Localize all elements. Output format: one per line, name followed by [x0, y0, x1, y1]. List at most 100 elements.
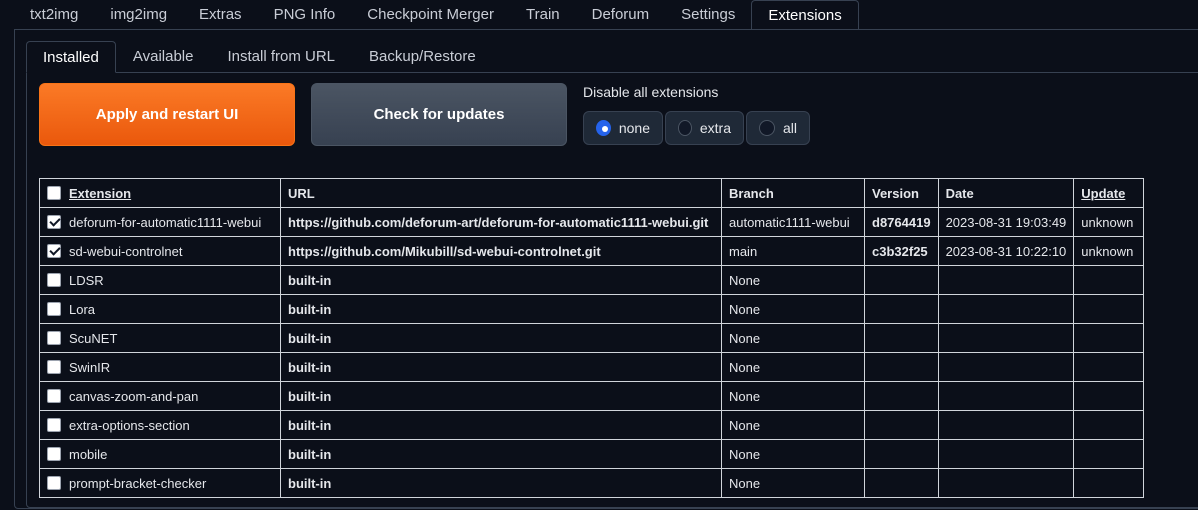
cell-date [937, 410, 1075, 440]
extension-name: Lora [69, 301, 96, 317]
cell-version [864, 294, 939, 324]
radio-empty-icon[interactable] [759, 120, 775, 136]
header-date: Date [937, 178, 1075, 208]
extension-name: canvas-zoom-and-pan [69, 388, 199, 404]
radio-extra[interactable]: extra [665, 111, 744, 145]
cell-version [864, 468, 939, 498]
tab-deforum[interactable]: Deforum [576, 0, 666, 30]
cell-update [1073, 439, 1145, 469]
check-for-updates-button[interactable]: Check for updates [311, 83, 567, 146]
extension-enable-checkbox[interactable] [47, 418, 61, 432]
extension-name: prompt-bracket-checker [69, 475, 207, 491]
cell-extension: canvas-zoom-and-pan [39, 381, 281, 411]
tab-settings[interactable]: Settings [665, 0, 751, 30]
table-row: deforum-for-automatic1111-webui https://g… [39, 207, 1145, 237]
extension-enable-checkbox[interactable] [47, 331, 61, 345]
radio-empty-icon[interactable] [678, 120, 692, 136]
cell-date [937, 381, 1075, 411]
cell-branch: None [721, 294, 865, 324]
cell-date [937, 468, 1075, 498]
cell-version [864, 352, 939, 382]
cell-version [864, 439, 939, 469]
cell-branch: None [721, 381, 865, 411]
extension-enable-checkbox[interactable] [47, 302, 61, 316]
extension-enable-checkbox[interactable] [47, 389, 61, 403]
radio-none-label: none [618, 120, 650, 136]
disable-all-radio-group: none extra all [583, 111, 810, 145]
cell-update [1073, 323, 1145, 353]
cell-branch: None [721, 468, 865, 498]
cell-branch: automatic1111-webui [721, 207, 865, 237]
cell-branch: None [721, 323, 865, 353]
header-update[interactable]: Update [1073, 178, 1145, 208]
cell-version: c3b32f25 [864, 236, 939, 266]
cell-extension: mobile [39, 439, 281, 469]
extension-enable-checkbox[interactable] [47, 273, 61, 287]
tab-available[interactable]: Available [116, 41, 211, 73]
cell-date [937, 439, 1075, 469]
cell-date [937, 352, 1075, 382]
cell-branch: None [721, 439, 865, 469]
extension-name: extra-options-section [69, 417, 190, 433]
cell-branch: None [721, 352, 865, 382]
tab-extensions[interactable]: Extensions [751, 0, 859, 30]
radio-all[interactable]: all [746, 111, 810, 145]
cell-update [1073, 468, 1145, 498]
cell-date [937, 323, 1075, 353]
cell-url: https://github.com/Mikubill/sd-webui-con… [280, 236, 722, 266]
extension-enable-checkbox[interactable] [47, 447, 61, 461]
cell-extension: deforum-for-automatic1111-webui [39, 207, 281, 237]
cell-url: built-in [280, 294, 722, 324]
header-extension: Extension [39, 178, 281, 208]
header-url: URL [280, 178, 722, 208]
tab-img2img[interactable]: img2img [94, 0, 183, 30]
cell-update: unknown [1073, 207, 1145, 237]
extension-name: mobile [69, 446, 108, 462]
tab-png-info[interactable]: PNG Info [258, 0, 352, 30]
cell-update [1073, 352, 1145, 382]
cell-update: unknown [1073, 236, 1145, 266]
extension-enable-checkbox[interactable] [47, 476, 61, 490]
table-row: SwinIR built-in None [39, 352, 1145, 382]
extension-enable-checkbox[interactable] [47, 244, 61, 258]
extension-name: SwinIR [69, 359, 111, 375]
header-extension-label[interactable]: Extension [69, 186, 131, 201]
cell-extension: SwinIR [39, 352, 281, 382]
extension-enable-checkbox[interactable] [47, 360, 61, 374]
tab-checkpoint-merger[interactable]: Checkpoint Merger [351, 0, 510, 30]
tab-train[interactable]: Train [510, 0, 576, 30]
disable-all-label: Disable all extensions [583, 84, 719, 100]
cell-version [864, 410, 939, 440]
cell-url: built-in [280, 265, 722, 295]
extension-name: sd-webui-controlnet [69, 243, 183, 259]
apply-and-restart-button[interactable]: Apply and restart UI [39, 83, 295, 146]
extensions-table: Extension URL Branch Version Date Update… [39, 178, 1145, 498]
radio-selected-icon[interactable] [596, 120, 611, 136]
extension-name: deforum-for-automatic1111-webui [69, 214, 262, 230]
cell-url: built-in [280, 381, 722, 411]
table-row: extra-options-section built-in None [39, 410, 1145, 440]
cell-update [1073, 381, 1145, 411]
table-row: canvas-zoom-and-pan built-in None [39, 381, 1145, 411]
cell-date [937, 294, 1075, 324]
extension-enable-checkbox[interactable] [47, 215, 61, 229]
tab-txt2img[interactable]: txt2img [14, 0, 94, 30]
cell-url: built-in [280, 468, 722, 498]
tab-install-from-url[interactable]: Install from URL [210, 41, 352, 73]
cell-version [864, 323, 939, 353]
table-row: prompt-bracket-checker built-in None [39, 468, 1145, 498]
cell-branch: main [721, 236, 865, 266]
radio-none[interactable]: none [583, 111, 663, 145]
cell-date [937, 265, 1075, 295]
tab-extras[interactable]: Extras [183, 0, 258, 30]
select-all-checkbox[interactable] [47, 186, 61, 200]
cell-extension: Lora [39, 294, 281, 324]
cell-date: 2023-08-31 19:03:49 [937, 207, 1075, 237]
tab-backup-restore[interactable]: Backup/Restore [352, 41, 493, 73]
tab-installed[interactable]: Installed [26, 41, 116, 73]
cell-update [1073, 410, 1145, 440]
cell-url: built-in [280, 352, 722, 382]
cell-url: built-in [280, 323, 722, 353]
table-row: mobile built-in None [39, 439, 1145, 469]
cell-extension: prompt-bracket-checker [39, 468, 281, 498]
